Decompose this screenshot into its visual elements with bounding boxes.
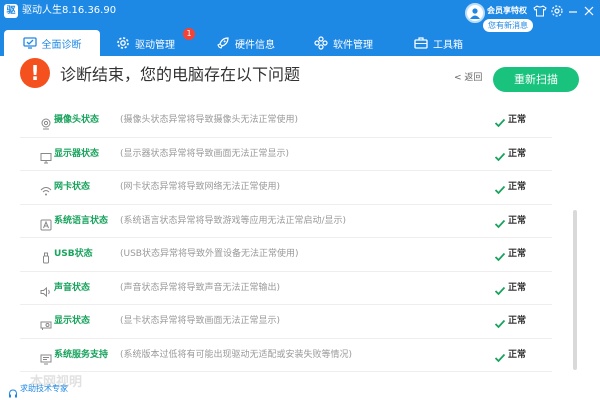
item-name: USB状态 <box>54 249 93 259</box>
item-status: 正常 <box>508 215 527 226</box>
item-status: 正常 <box>508 349 527 360</box>
tab-software-management[interactable]: 软件管理 <box>314 30 404 56</box>
shirt-icon[interactable] <box>533 4 547 18</box>
item-name: 显示器状态 <box>54 148 100 159</box>
check-icon <box>494 215 506 228</box>
tab-hardware-info[interactable]: 硬件信息 <box>216 30 306 56</box>
minimize-icon[interactable] <box>566 4 580 18</box>
apps-icon <box>314 36 328 50</box>
display-card-icon <box>40 316 52 330</box>
tab-full-diagnosis[interactable]: 全面诊断 <box>4 30 100 56</box>
item-description: (系统版本过低将有可能出现驱动无适配或安装失败等情况) <box>120 349 353 360</box>
usb-icon <box>40 249 52 264</box>
item-description: (声音状态异常将导致声音无法正常输出) <box>120 282 281 293</box>
check-icon <box>494 248 506 262</box>
list-item: 网卡状态 (网卡状态异常将导致网络无法正常使用) 正常 <box>20 171 552 205</box>
settings-icon[interactable] <box>550 4 564 18</box>
tab-label: 硬件信息 <box>235 39 275 51</box>
monitor-icon <box>40 149 52 163</box>
language-icon <box>40 216 52 230</box>
check-icon <box>494 315 506 329</box>
list-item: 系统服务支持 (系统版本过低将有可能出现驱动无适配或安装失败等情况) 正常 <box>20 339 552 372</box>
rocket-icon <box>216 36 230 50</box>
camera-icon <box>40 115 52 130</box>
list-item: USB状态 (USB状态异常将导致外置设备无法正常使用) 正常 <box>20 238 552 272</box>
expert-help-link[interactable]: 求助技术专家 <box>20 384 68 394</box>
system-icon <box>40 350 52 364</box>
list-item: 系统语言状态 (系统语言状态异常将导致游戏等应用无法正常启动/显示) 正常 <box>20 205 552 238</box>
check-icon <box>494 181 506 195</box>
item-status: 正常 <box>508 182 527 192</box>
toolbox-icon <box>414 36 428 50</box>
app-logo-icon: 驱 <box>4 4 18 18</box>
list-item: 声音状态 (声音状态异常将导致声音无法正常输出) 正常 <box>20 272 552 305</box>
monitor-check-icon <box>22 36 37 50</box>
scrollbar[interactable] <box>573 210 577 370</box>
item-description: (系统语言状态异常将导致游戏等应用无法正常启动/显示) <box>120 215 347 226</box>
list-item: 摄像头状态 (摄像头状态异常将导致摄像头无法正常使用) 正常 <box>20 104 552 138</box>
close-icon[interactable] <box>582 4 596 18</box>
tab-label: 驱动管理 <box>135 39 175 51</box>
item-description: (网卡状态异常将导致网络无法正常使用) <box>120 182 281 192</box>
wifi-icon <box>40 182 52 196</box>
item-status: 正常 <box>508 148 527 159</box>
item-description: (摄像头状态异常将导致摄像头无法正常使用) <box>120 115 299 125</box>
item-status: 正常 <box>508 249 527 259</box>
footer <box>0 378 600 400</box>
speaker-icon <box>40 283 52 297</box>
avatar[interactable] <box>465 3 485 23</box>
check-icon <box>494 349 506 362</box>
rescan-button[interactable]: 重新扫描 <box>493 67 579 92</box>
item-description: (USB状态异常将导致外置设备无法正常使用) <box>120 249 299 259</box>
tab-toolbox[interactable]: 工具箱 <box>414 30 484 56</box>
item-status: 正常 <box>508 282 527 293</box>
item-name: 声音状态 <box>54 282 91 293</box>
item-status: 正常 <box>508 115 527 125</box>
item-name: 系统语言状态 <box>54 215 109 226</box>
item-name: 显示状态 <box>54 316 91 326</box>
item-description: (显示器状态异常将导致画面无法正常显示) <box>120 148 290 159</box>
gear-icon <box>116 36 130 50</box>
check-icon <box>494 282 506 295</box>
list-item: 显示状态 (显卡状态异常将导致画面无法正常显示) 正常 <box>20 305 552 339</box>
diagnosis-list: 摄像头状态 (摄像头状态异常将导致摄像头无法正常使用) 正常 显示器状态 (显示… <box>20 104 552 372</box>
tab-label: 工具箱 <box>433 39 463 51</box>
vip-privilege-label[interactable]: 会员享特权 <box>487 6 527 16</box>
main-tabs: 全面诊断 驱动管理 硬件信息 软件管理 工具箱 <box>0 30 600 56</box>
tab-label: 全面诊断 <box>41 39 82 51</box>
alert-icon: ! <box>20 58 50 88</box>
back-link[interactable]: < 返回 <box>454 72 482 84</box>
item-name: 摄像头状态 <box>54 115 100 125</box>
list-item: 显示器状态 (显示器状态异常将导致画面无法正常显示) 正常 <box>20 138 552 171</box>
item-name: 系统服务支持 <box>54 349 109 360</box>
check-icon <box>494 114 506 128</box>
headset-icon[interactable] <box>8 384 18 398</box>
back-label: 返回 <box>464 73 483 83</box>
chevron-left-icon: < <box>454 73 462 83</box>
app-title: 驱动人生8.16.36.90 <box>22 5 117 16</box>
tab-label: 软件管理 <box>333 39 373 51</box>
check-icon <box>494 148 506 161</box>
item-status: 正常 <box>508 316 527 326</box>
page-title: 诊断结束，您的电脑存在以下问题 <box>60 65 301 84</box>
notification-badge: 1 <box>183 28 195 40</box>
item-name: 网卡状态 <box>54 182 91 192</box>
item-description: (显卡状态异常将导致画面无法正常显示) <box>120 316 281 326</box>
